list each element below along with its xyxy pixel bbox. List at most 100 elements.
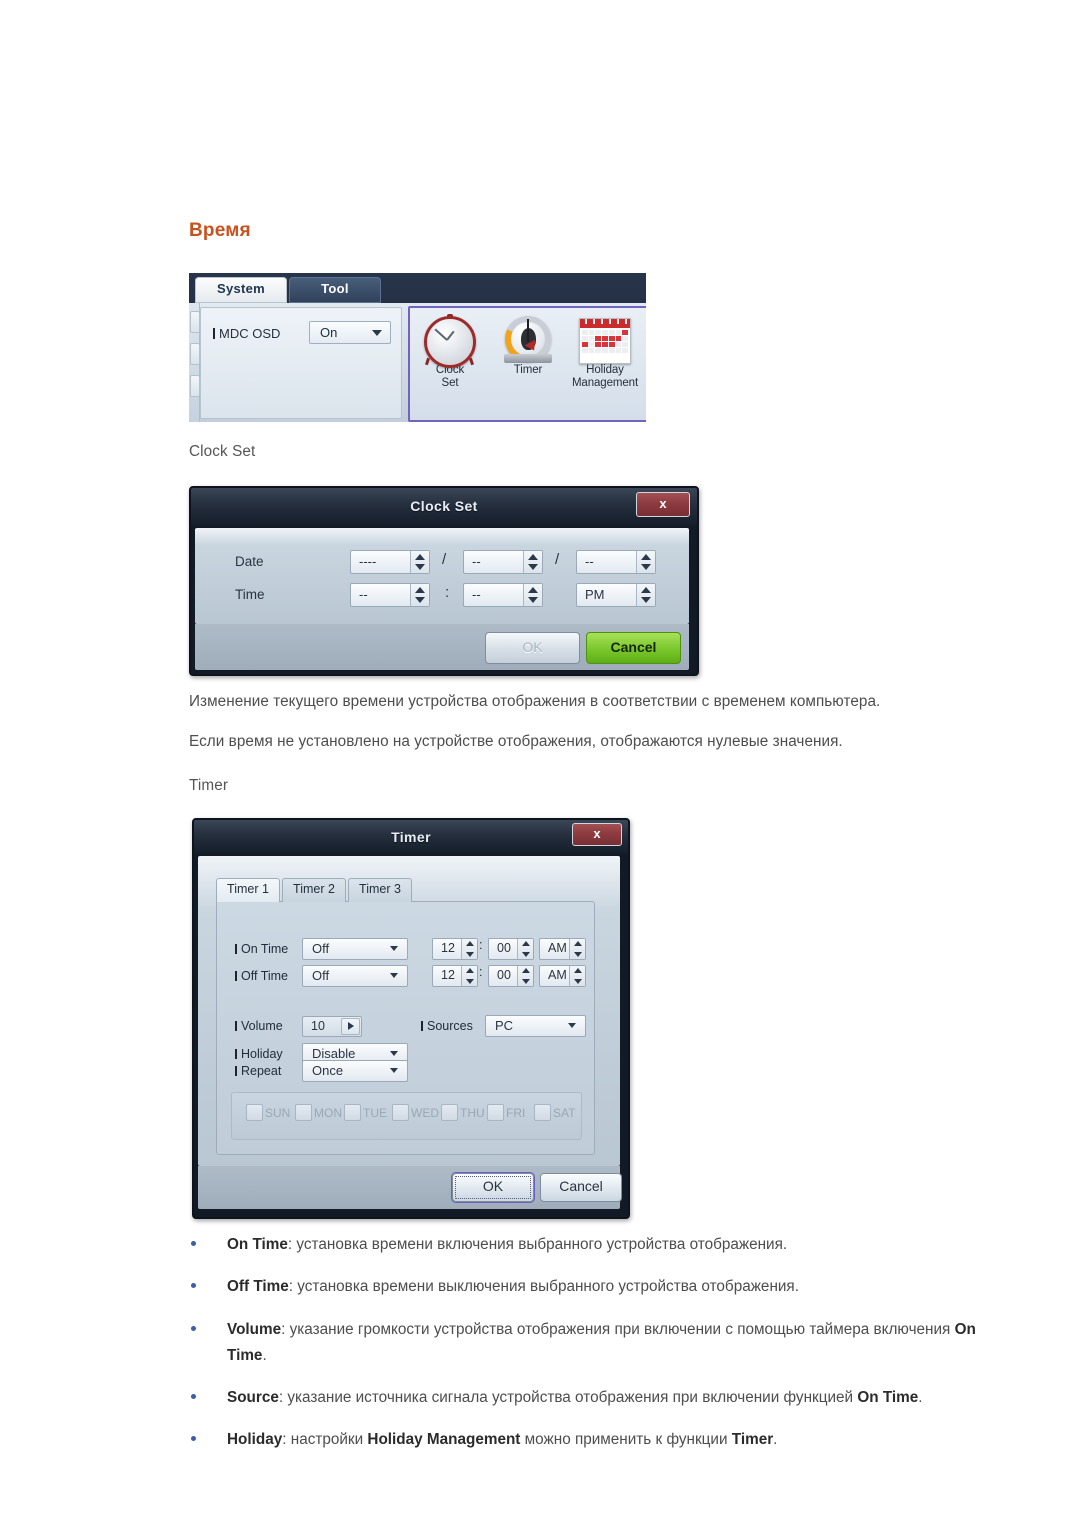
ok-button[interactable]: OK: [485, 632, 580, 664]
ribbon-item-holiday-management[interactable]: Holiday Management: [565, 314, 645, 390]
on-time-state-dropdown[interactable]: Off: [302, 938, 408, 960]
bullet-text-2: .: [262, 1346, 267, 1364]
time-hour-spinner[interactable]: --: [350, 583, 430, 607]
date-day-spinner[interactable]: --: [576, 550, 656, 574]
repeat-dropdown[interactable]: Once: [302, 1060, 408, 1082]
day-checkbox-mon[interactable]: [295, 1104, 312, 1121]
spinner-buttons[interactable]: [517, 966, 533, 986]
bullet-term: Volume: [227, 1320, 282, 1338]
time-minute-spinner[interactable]: --: [463, 583, 543, 607]
tab-tool[interactable]: Tool: [289, 277, 381, 303]
off-time-hour-spinner[interactable]: 12: [432, 965, 478, 987]
arrow-up-icon: [415, 587, 425, 593]
off-time-state-dropdown[interactable]: Off: [302, 965, 408, 987]
off-time-label-text: Off Time: [241, 969, 289, 983]
rail-notch: [190, 343, 200, 365]
date-year-spinner[interactable]: ----: [350, 550, 430, 574]
bullet-text: : установка времени выключения выбранног…: [288, 1278, 799, 1296]
repeat-label: Repeat: [235, 1064, 281, 1078]
day-checkbox-sat[interactable]: [534, 1104, 551, 1121]
arrow-down-icon: [521, 979, 530, 984]
sources-dropdown[interactable]: PC: [485, 1015, 586, 1037]
dialog-footer: OK Cancel: [198, 1166, 622, 1209]
arrow-up-icon: [573, 941, 582, 946]
list-item: Holiday: настройки Holiday Management мо…: [189, 1427, 989, 1453]
spinner-buttons[interactable]: [523, 551, 542, 573]
off-time-state-value: Off: [312, 968, 330, 983]
field-marker-icon: [235, 1066, 237, 1076]
ok-button[interactable]: OK: [452, 1173, 534, 1202]
calendar-header: [580, 319, 630, 328]
date-separator-1: /: [442, 551, 447, 568]
close-icon[interactable]: x: [572, 823, 622, 846]
field-marker-icon: [235, 1049, 237, 1059]
on-time-meridiem-value: AM: [548, 941, 567, 955]
date-month-value: --: [472, 554, 481, 569]
list-item: Source: указание источника сигнала устро…: [189, 1385, 989, 1411]
date-month-spinner[interactable]: --: [463, 550, 543, 574]
holiday-label: Holiday: [235, 1047, 283, 1061]
spinner-buttons[interactable]: [569, 966, 585, 986]
calendar-icon: [579, 318, 631, 364]
spinner-buttons[interactable]: [523, 584, 542, 606]
bullet-term: Holiday: [227, 1431, 283, 1449]
on-time-meridiem-spinner[interactable]: AM: [539, 938, 586, 960]
day-checkbox-sun[interactable]: [246, 1104, 263, 1121]
sources-label: Sources: [421, 1019, 473, 1033]
tab-system[interactable]: System: [195, 277, 287, 303]
paragraph-clock-set-2: Если время не установлено на устройстве …: [189, 733, 843, 750]
sources-label-text: Sources: [427, 1019, 473, 1033]
bullet-term-3: Timer: [731, 1431, 774, 1449]
field-marker-icon: [235, 944, 237, 954]
cancel-button[interactable]: Cancel: [586, 632, 681, 664]
bullet-icon: [191, 1436, 196, 1442]
spinner-buttons[interactable]: [410, 551, 429, 573]
spinner-buttons[interactable]: [410, 584, 429, 606]
off-time-meridiem-spinner[interactable]: AM: [539, 965, 586, 987]
close-icon[interactable]: x: [636, 492, 690, 517]
arrow-up-icon: [465, 941, 474, 946]
day-checkbox-wed[interactable]: [392, 1104, 409, 1121]
spinner-buttons[interactable]: [636, 584, 655, 606]
off-time-minute-spinner[interactable]: 00: [488, 965, 534, 987]
on-time-label-text: On Time: [241, 942, 289, 956]
bullet-icon: [191, 1283, 196, 1289]
on-time-minute-value: 00: [497, 941, 511, 955]
on-time-hour-spinner[interactable]: 12: [432, 938, 478, 960]
tab-timer-2[interactable]: Timer 2: [282, 878, 346, 902]
arrow-up-icon: [415, 554, 425, 560]
mdc-ribbon-body: MDC OSD On Clock Set Timer Holiday Manag…: [189, 303, 646, 422]
spinner-buttons[interactable]: [569, 939, 585, 959]
off-time-hour-value: 12: [441, 968, 455, 982]
mdc-osd-dropdown[interactable]: On: [309, 321, 391, 344]
volume-stepper-icon[interactable]: [341, 1018, 360, 1035]
repeat-days-group: SUN MON TUE WED THU FRI SAT: [231, 1092, 582, 1140]
time-meridiem-spinner[interactable]: PM: [576, 583, 656, 607]
on-time-minute-spinner[interactable]: 00: [488, 938, 534, 960]
spinner-buttons[interactable]: [461, 939, 477, 959]
off-time-separator: :: [479, 965, 483, 979]
arrow-up-icon: [573, 968, 582, 973]
repeat-value: Once: [312, 1063, 344, 1078]
ribbon-item-clock-set[interactable]: Clock Set: [412, 314, 488, 390]
day-checkbox-tue[interactable]: [344, 1104, 361, 1121]
bullet-term: Off Time: [227, 1278, 289, 1296]
off-time-minute-value: 00: [497, 968, 511, 982]
ribbon-item-timer[interactable]: Timer: [490, 314, 566, 377]
spinner-buttons[interactable]: [461, 966, 477, 986]
spinner-buttons[interactable]: [636, 551, 655, 573]
volume-field[interactable]: 10: [302, 1016, 362, 1037]
cancel-button[interactable]: Cancel: [540, 1173, 622, 1202]
tab-timer-1[interactable]: Timer 1: [216, 878, 280, 902]
day-checkbox-fri[interactable]: [487, 1104, 504, 1121]
spinner-buttons[interactable]: [517, 939, 533, 959]
list-item: Volume: указание громкости устройства от…: [189, 1317, 989, 1370]
tab-timer-3[interactable]: Timer 3: [348, 878, 412, 902]
day-label-tue: TUE: [363, 1106, 387, 1120]
calendar-ring: [617, 319, 619, 324]
clock-face: [424, 316, 476, 368]
day-checkbox-thu[interactable]: [441, 1104, 458, 1121]
holiday-management-icon: [565, 314, 645, 364]
bullet-term: On Time: [227, 1236, 288, 1253]
mdc-osd-value: On: [320, 325, 338, 340]
